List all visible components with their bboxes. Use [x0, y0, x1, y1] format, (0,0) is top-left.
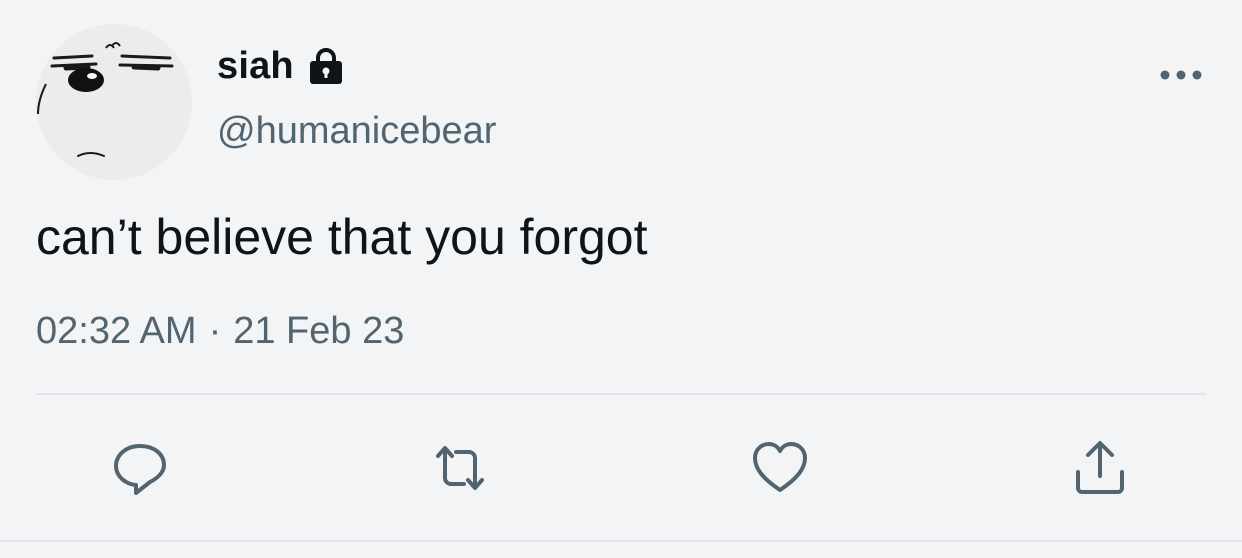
bottom-divider	[0, 540, 1242, 542]
avatar[interactable]	[36, 24, 192, 180]
avatar-face-image	[36, 24, 192, 180]
retweet-button[interactable]	[428, 436, 492, 500]
name-row: siah	[217, 42, 346, 90]
display-name[interactable]: siah	[217, 45, 294, 88]
like-button[interactable]	[748, 436, 812, 500]
lock-icon	[306, 46, 346, 86]
heart-icon	[753, 442, 807, 492]
divider	[36, 393, 1206, 395]
meta-separator: ·	[208, 310, 222, 352]
retweet-icon	[436, 446, 484, 490]
tweet-text: can’t believe that you forgot	[36, 209, 648, 265]
more-icon[interactable]	[1152, 56, 1210, 94]
tweet-time[interactable]: 02:32 AM	[36, 310, 197, 353]
reply-icon	[114, 444, 166, 495]
user-handle[interactable]: @humanicebear	[217, 110, 496, 153]
reply-button[interactable]	[108, 436, 172, 500]
tweet-date[interactable]: 21 Feb 23	[233, 310, 404, 353]
tweet-meta: 02:32 AM · 21 Feb 23	[36, 310, 404, 353]
share-button[interactable]	[1068, 436, 1132, 500]
share-icon	[1076, 441, 1124, 494]
tweet-card: siah @humanicebear can’t believe that yo…	[0, 0, 1242, 558]
